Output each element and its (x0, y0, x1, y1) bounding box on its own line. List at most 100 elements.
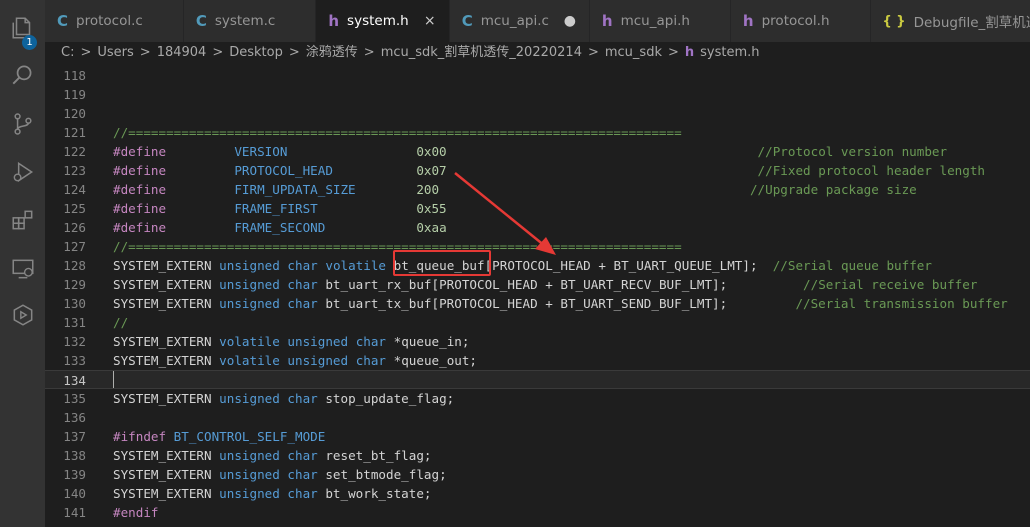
line-code: SYSTEM_EXTERN volatile unsigned char *qu… (113, 332, 469, 351)
code-line[interactable]: 120 (45, 104, 1030, 123)
code-line[interactable]: 135 SYSTEM_EXTERN unsigned char stop_upda… (45, 389, 1030, 408)
close-icon[interactable]: × (421, 13, 439, 29)
breadcrumb-item[interactable]: 涂鸦透传 (306, 45, 358, 60)
tab-mcu-api-h[interactable]: h mcu_api.h (589, 0, 731, 42)
search-icon[interactable] (0, 55, 45, 95)
code-line[interactable]: 139 SYSTEM_EXTERN unsigned char set_btmod… (45, 465, 1030, 484)
code-token: 0x00 (416, 144, 447, 159)
chevron-right-icon: > (212, 45, 224, 60)
tab-protocol-h[interactable]: h protocol.h (730, 0, 871, 42)
breadcrumb-item[interactable]: Desktop (229, 45, 283, 60)
code-line[interactable]: 127//===================================… (45, 237, 1030, 256)
code-line[interactable]: 129 SYSTEM_EXTERN unsigned char bt_uart_r… (45, 275, 1030, 294)
breadcrumb: C: > Users >184904 > Desktop > 涂鸦透传 > mcu_sdk_割草机… (45, 42, 1030, 64)
breadcrumb-item[interactable]: C: (61, 45, 74, 60)
line-number: 123 (63, 163, 86, 178)
tab-label: protocol.h (761, 13, 830, 29)
code-line[interactable]: 137 #ifndef BT_CONTROL_SELF_MODE (45, 427, 1030, 446)
tab-mcu-api-c[interactable]: Cmcu_api.c ● (449, 0, 590, 42)
files-icon[interactable]: 1 (0, 8, 45, 50)
c-header-icon: h (328, 12, 340, 30)
tab-debugfile-20220214-json[interactable]: { } Debugfile_割草机透传_20220214.json (870, 0, 1030, 42)
code-line[interactable]: 121 //===================================… (45, 123, 1030, 142)
code-line[interactable]: 123 #define PROTOCOL_HEAD 0x07 //Fixed pr… (45, 161, 1030, 180)
tab-system-c[interactable]: Csystem.c (183, 0, 317, 42)
tab-protocol-c[interactable]: Cprotocol.c (45, 0, 184, 42)
code-token: unsigned (219, 467, 280, 482)
code-editor[interactable]: 118 119 120 121 //==========================… (45, 66, 1030, 527)
code-token: stop_update_flag; (317, 391, 455, 406)
code-token: SYSTEM_EXTERN (113, 486, 220, 501)
line-number: 127 (63, 239, 86, 254)
line-number: 135 (63, 391, 86, 406)
line-code: SYSTEM_EXTERN unsigned char bt_uart_tx_b… (113, 294, 1008, 313)
code-line[interactable]: 141 #endif (45, 503, 1030, 522)
line-number: 133 (63, 353, 86, 368)
code-token: //Upgrade package size (749, 182, 917, 197)
unsaved-dot-icon[interactable]: ● (561, 13, 579, 29)
tab-system-h[interactable]: h system.h × (316, 0, 450, 42)
line-code: #endif (113, 503, 159, 522)
line-code: #ifndef BT_CONTROL_SELF_MODE (113, 427, 325, 446)
editor-tab-bar: Cprotocol.c Csystem.c h system.h × Cmcu_api.c… (45, 0, 1030, 42)
remote-explorer-icon[interactable] (0, 249, 45, 289)
code-token: SYSTEM_EXTERN (113, 391, 220, 406)
code-token: char (287, 391, 318, 406)
code-line[interactable]: 130 SYSTEM_EXTERN unsigned char bt_uart_t… (45, 294, 1030, 313)
line-number: 118 (63, 68, 86, 83)
run-debug-icon[interactable] (0, 152, 45, 192)
breadcrumb-item[interactable]: Users (97, 45, 133, 60)
code-line[interactable]: 128 SYSTEM_EXTERN unsigned char volatile … (45, 256, 1030, 275)
code-token: #endif (113, 505, 159, 520)
code-token: SYSTEM_EXTERN (113, 277, 220, 292)
code-line[interactable]: 136 (45, 408, 1030, 427)
line-code: SYSTEM_EXTERN volatile unsigned char *qu… (113, 351, 477, 370)
source-control-icon[interactable] (0, 104, 45, 144)
line-number: 136 (63, 410, 86, 425)
code-token: bt_uart_rx_buf[PROTOCOL_HEAD + BT_UART_R… (317, 277, 804, 292)
chevron-right-icon: > (139, 45, 151, 60)
code-token: unsigned (219, 296, 280, 311)
c-file-icon: C (195, 12, 207, 30)
breadcrumb-item[interactable]: mcu_sdk (605, 45, 662, 60)
code-token: unsigned (219, 486, 280, 501)
code-token: char (355, 334, 387, 349)
code-line[interactable]: 118 (45, 66, 1030, 85)
code-line[interactable]: 134 (45, 370, 1030, 389)
breadcrumb-file[interactable]: system.h (700, 45, 759, 60)
line-code: SYSTEM_EXTERN unsigned char reset_bt_fla… (113, 446, 432, 465)
code-line[interactable]: 122 #define VERSION 0x00 //Protocol versi… (45, 142, 1030, 161)
chevron-right-icon: > (288, 45, 300, 60)
breadcrumb-item[interactable]: mcu_sdk_割草机透传_20220214 (381, 45, 582, 60)
code-token: FIRM_UPDATA_SIZE (234, 182, 356, 197)
code-line[interactable]: 124 #define FIRM_UPDATA_SIZE 200 //Upgrad… (45, 180, 1030, 199)
code-line[interactable]: 140 SYSTEM_EXTERN unsigned char bt_work_s… (45, 484, 1030, 503)
code-line[interactable]: 133 SYSTEM_EXTERN volatile unsigned char … (45, 351, 1030, 370)
deploy-icon[interactable] (0, 295, 45, 335)
code-token: char (287, 486, 318, 501)
line-code: #define FRAME_SECOND 0xaa (113, 218, 447, 237)
line-code: // (113, 313, 128, 332)
line-number: 120 (63, 106, 86, 121)
code-line[interactable]: 125 #define FRAME_FIRST 0x55 (45, 199, 1030, 218)
breadcrumb-item[interactable]: 184904 (157, 45, 207, 60)
code-line[interactable]: 126 #define FRAME_SECOND 0xaa (45, 218, 1030, 237)
code-line[interactable]: 131 // (45, 313, 1030, 332)
code-token: #define (113, 163, 167, 178)
code-line[interactable]: 138 SYSTEM_EXTERN unsigned char reset_bt_… (45, 446, 1030, 465)
line-number: 122 (63, 144, 86, 159)
code-line[interactable]: 119 (45, 85, 1030, 104)
code-line[interactable]: 132 SYSTEM_EXTERN volatile unsigned char … (45, 332, 1030, 351)
code-token: SYSTEM_EXTERN (113, 353, 220, 368)
code-token: unsigned (219, 448, 280, 463)
code-token: char (287, 258, 318, 273)
line-code: //======================================… (113, 123, 682, 142)
extensions-icon[interactable] (0, 200, 45, 240)
code-token: SYSTEM_EXTERN (113, 296, 220, 311)
code-token: PROTOCOL_HEAD (234, 163, 333, 178)
